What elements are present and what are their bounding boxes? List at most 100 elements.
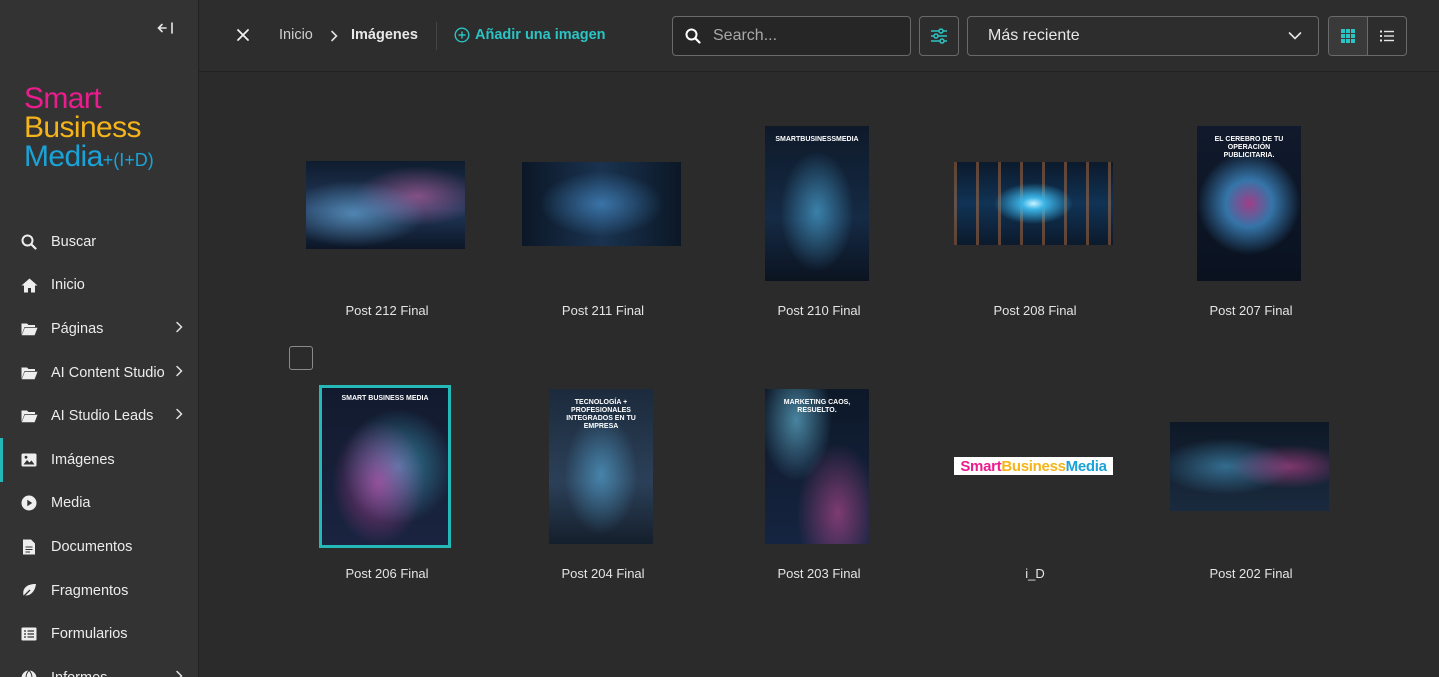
collapse-sidebar-button[interactable] <box>155 18 177 38</box>
header-divider <box>436 22 437 50</box>
collapse-left-icon <box>157 22 173 34</box>
sidebar-item-buscar[interactable]: Buscar <box>0 220 199 264</box>
sidebar-item-label: Inicio <box>51 277 85 294</box>
close-icon <box>237 29 249 41</box>
play-icon <box>20 494 38 512</box>
top-bar: Inicio Imágenes Añadir una imagen Search… <box>199 0 1439 72</box>
image-card[interactable]: SmartBusinessMedia i_D <box>945 385 1125 585</box>
sidebar-item-media[interactable]: Media <box>0 482 199 526</box>
sidebar-item-páginas[interactable]: Páginas <box>0 307 199 351</box>
search-icon <box>685 28 701 44</box>
home-icon <box>20 276 38 294</box>
sidebar-nav: Buscar Inicio Páginas AI Content Studio AI S… <box>0 220 199 677</box>
image-icon <box>20 451 38 469</box>
image-caption: Post 206 Final <box>345 566 429 581</box>
sidebar-item-informes[interactable]: Informes <box>0 656 199 677</box>
view-toggle <box>1328 16 1407 56</box>
image-card[interactable]: Post 212 Final <box>297 126 477 326</box>
image-caption: Post 202 Final <box>1209 566 1293 581</box>
sidebar-item-ai-studio-leads[interactable]: AI Studio Leads <box>0 394 199 438</box>
image-card[interactable]: MARKETING CAOS, RESUELTO. Post 203 Final <box>729 385 909 585</box>
image-thumbnail[interactable] <box>522 162 681 246</box>
sliders-icon <box>931 28 947 44</box>
sidebar-item-label: Formularios <box>51 626 128 643</box>
chevron-right-icon <box>175 365 183 381</box>
image-caption: Post 204 Final <box>561 566 645 581</box>
image-thumbnail[interactable] <box>306 161 465 249</box>
image-card[interactable]: Post 208 Final <box>945 126 1125 326</box>
folder-icon <box>20 320 38 338</box>
image-thumbnail[interactable]: SMARTBUSINESSMEDIA <box>765 126 869 281</box>
logo-suffix: +(I+D) <box>102 150 154 170</box>
sort-dropdown[interactable]: Más reciente <box>967 16 1319 56</box>
app-window: Smart Business Media+(I+D) Buscar Inicio P… <box>0 0 1439 677</box>
image-thumbnail[interactable] <box>954 162 1113 245</box>
sidebar: Smart Business Media+(I+D) Buscar Inicio P… <box>0 0 199 677</box>
sidebar-item-label: Documentos <box>51 538 133 555</box>
poster-title: SMART BUSINESS MEDIA <box>341 395 429 402</box>
logo-word-media: Media <box>24 140 103 173</box>
sidebar-item-inicio[interactable]: Inicio <box>0 264 199 308</box>
image-card[interactable]: SMART BUSINESS MEDIA Post 206 Final <box>297 385 477 585</box>
breadcrumb-separator-icon <box>330 29 338 47</box>
sidebar-item-imágenes[interactable]: Imágenes <box>0 437 199 482</box>
sidebar-item-label: Informes <box>51 670 107 677</box>
image-thumbnail[interactable]: SmartBusinessMedia <box>954 457 1113 475</box>
plus-circle-icon <box>454 27 470 43</box>
folder-icon <box>20 364 38 382</box>
sidebar-item-label: Buscar <box>51 233 97 250</box>
image-thumbnail[interactable]: MARKETING CAOS, RESUELTO. <box>765 389 869 544</box>
poster-title: TECNOLOGÍA + PROFESIONALES INTEGRADOS EN… <box>566 399 636 430</box>
leaf-icon <box>20 582 38 600</box>
chevron-right-icon <box>175 670 183 677</box>
filter-button[interactable] <box>919 16 959 56</box>
image-thumbnail[interactable]: EL CEREBRO DE TU OPERACIÓN PUBLICITARIA. <box>1197 126 1301 281</box>
image-card[interactable]: TECNOLOGÍA + PROFESIONALES INTEGRADOS EN… <box>513 385 693 585</box>
document-icon <box>20 538 38 556</box>
image-caption: Post 210 Final <box>777 303 861 318</box>
grid-view-button[interactable] <box>1329 17 1368 55</box>
image-caption: Post 203 Final <box>777 566 861 581</box>
chevron-down-icon <box>1288 32 1302 40</box>
sidebar-item-fragmentos[interactable]: Fragmentos <box>0 569 199 613</box>
image-thumbnail[interactable]: SMART BUSINESS MEDIA <box>319 385 451 548</box>
breadcrumb-current: Imágenes <box>351 27 418 43</box>
image-card[interactable]: Post 211 Final <box>513 126 693 326</box>
logo-line-3: Media+(I+D) <box>24 142 154 175</box>
add-image-button[interactable]: Añadir una imagen <box>454 27 606 43</box>
list-view-button[interactable] <box>1368 17 1407 55</box>
breadcrumb-home[interactable]: Inicio <box>279 27 313 43</box>
sidebar-item-ai-content-studio[interactable]: AI Content Studio <box>0 351 199 395</box>
select-checkbox[interactable] <box>289 346 313 370</box>
logo-line-1: Smart <box>24 82 102 115</box>
poster-title: EL CEREBRO DE TU OPERACIÓN PUBLICITARIA. <box>1214 136 1284 159</box>
sidebar-item-label: AI Content Studio <box>51 364 165 381</box>
image-thumbnail[interactable]: TECNOLOGÍA + PROFESIONALES INTEGRADOS EN… <box>549 389 653 544</box>
add-image-label: Añadir una imagen <box>475 27 606 43</box>
image-caption: Post 212 Final <box>345 303 429 318</box>
sidebar-item-documentos[interactable]: Documentos <box>0 525 199 569</box>
search-box[interactable] <box>672 16 911 56</box>
image-card[interactable]: EL CEREBRO DE TU OPERACIÓN PUBLICITARIA.… <box>1161 126 1341 326</box>
image-caption: Post 211 Final <box>561 303 645 318</box>
brand-logo[interactable]: Smart Business Media+(I+D) <box>24 84 154 175</box>
list-icon <box>1379 30 1394 42</box>
sidebar-item-label: Páginas <box>51 320 104 337</box>
sidebar-item-label: AI Studio Leads <box>51 408 154 425</box>
sidebar-item-formularios[interactable]: Formularios <box>0 612 199 656</box>
folder-icon <box>20 407 38 425</box>
image-caption: i_D <box>1025 566 1045 581</box>
logo-text: SmartBusinessMedia <box>960 457 1107 475</box>
sort-selected-value: Más reciente <box>988 27 1080 44</box>
image-thumbnail[interactable] <box>1170 422 1329 511</box>
logo-line-2: Business <box>24 111 142 144</box>
poster-title: MARKETING CAOS, RESUELTO. <box>783 399 851 414</box>
search-input[interactable] <box>713 27 893 45</box>
grid-icon <box>1340 29 1355 43</box>
globe-icon <box>20 669 38 677</box>
search-icon <box>20 233 38 251</box>
image-card[interactable]: Post 202 Final <box>1161 385 1341 585</box>
image-card[interactable]: SMARTBUSINESSMEDIA Post 210 Final <box>729 126 909 326</box>
sidebar-item-label: Fragmentos <box>51 582 129 599</box>
close-button[interactable] <box>235 27 251 43</box>
